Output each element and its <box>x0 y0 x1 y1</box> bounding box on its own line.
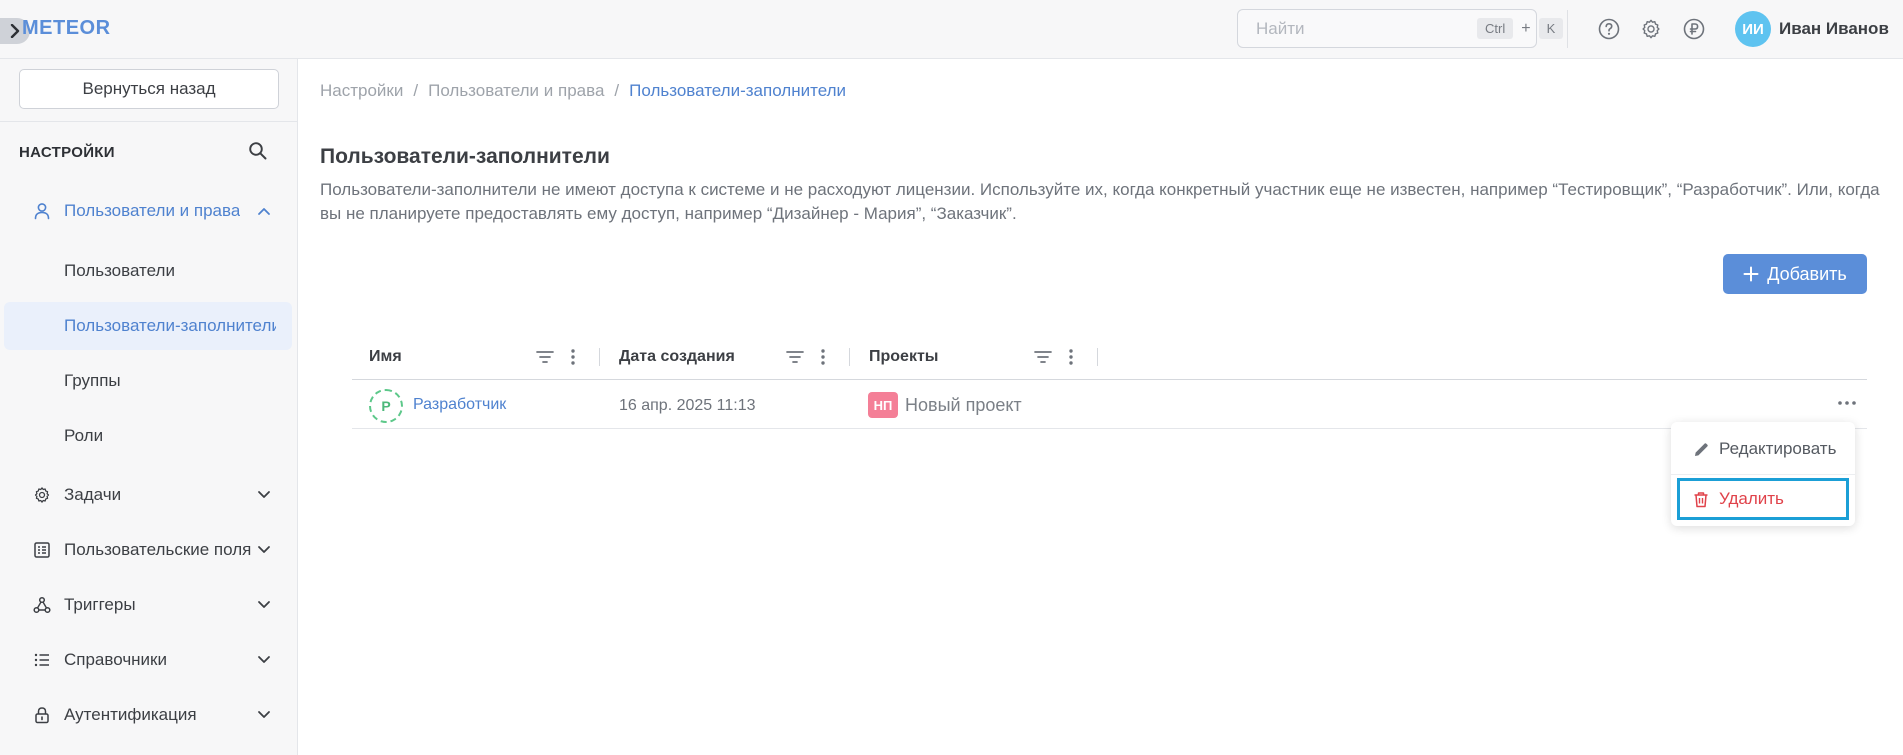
plus-icon <box>1743 266 1759 282</box>
project-badge: НП <box>868 392 898 418</box>
menu-divider <box>1671 474 1855 475</box>
sidebar-item-label: Пользователи и права <box>64 201 241 220</box>
sidebar-subitem-placeholder-users[interactable]: Пользователи-заполнители <box>4 302 292 350</box>
sidebar-item-label: Триггеры <box>64 595 136 614</box>
back-button[interactable]: Вернуться назад <box>19 69 279 109</box>
column-header-name[interactable]: Имя <box>369 334 402 380</box>
sidebar-item-label: Задачи <box>64 485 122 504</box>
filter-icon[interactable] <box>785 347 805 367</box>
breadcrumb-item[interactable]: Настройки <box>320 81 403 101</box>
placeholder-users-table: Имя Дата создания Проекты Р Разработчик … <box>352 334 1867 429</box>
column-menu-icon[interactable] <box>813 347 833 367</box>
shortcut-plus: + <box>1521 19 1531 37</box>
sidebar-item-authentication[interactable]: Аутентификация <box>0 691 298 739</box>
sidebar-subitem-users[interactable]: Пользователи <box>0 247 298 295</box>
breadcrumb: Настройки / Пользователи и права / Польз… <box>320 81 846 101</box>
breadcrumb-separator: / <box>413 81 419 100</box>
sidebar-divider <box>0 121 298 122</box>
ruble-icon[interactable] <box>1682 17 1706 41</box>
gear-icon[interactable] <box>1639 17 1663 41</box>
search-input[interactable] <box>1256 18 1477 39</box>
chevron-down-icon <box>255 596 273 614</box>
sidebar-item-custom-fields[interactable]: Пользовательские поля <box>0 526 298 574</box>
chevron-down-icon <box>255 706 273 724</box>
app-logo[interactable]: METEOR <box>22 17 111 40</box>
page-title: Пользователи-заполнители <box>320 145 610 168</box>
header-divider <box>1567 10 1568 48</box>
row-created-date: 16 апр. 2025 11:13 <box>619 397 756 414</box>
column-divider[interactable] <box>849 348 850 366</box>
add-button[interactable]: Добавить <box>1723 254 1867 294</box>
column-menu-icon[interactable] <box>563 347 583 367</box>
column-header-label: Проекты <box>869 348 939 365</box>
shortcut-ctrl: Ctrl <box>1477 18 1514 39</box>
sidebar-item-tasks[interactable]: Задачи <box>0 471 298 519</box>
filter-icon[interactable] <box>1033 347 1053 367</box>
sidebar-item-triggers[interactable]: Триггеры <box>0 581 298 629</box>
column-header-projects[interactable]: Проекты <box>869 334 938 380</box>
sidebar-subitem-label: Пользователи-заполнители <box>64 316 276 335</box>
help-icon[interactable] <box>1597 17 1621 41</box>
column-divider[interactable] <box>599 348 600 366</box>
top-header: METEOR Ctrl + K ИИ Иван Иванов <box>0 0 1903 59</box>
sidebar-heading: НАСТРОЙКИ <box>19 144 115 161</box>
sidebar-item-users-rights[interactable]: Пользователи и права <box>0 187 298 235</box>
column-divider[interactable] <box>1097 348 1098 366</box>
trash-icon <box>1691 489 1711 509</box>
row-name-link[interactable]: Разработчик <box>413 396 506 414</box>
menu-item-label: Редактировать <box>1719 439 1837 458</box>
breadcrumb-separator: / <box>614 81 620 100</box>
sidebar-subitem-label: Пользователи <box>64 261 175 280</box>
project-name[interactable]: Новый проект <box>905 395 1022 416</box>
chevron-down-icon <box>255 651 273 669</box>
nodes-icon <box>32 595 52 615</box>
settings-sidebar: Вернуться назад НАСТРОЙКИ Пользователи и… <box>0 59 298 755</box>
row-context-menu: Редактировать Удалить <box>1671 422 1855 526</box>
column-menu-icon[interactable] <box>1061 347 1081 367</box>
sidebar-subitem-label: Роли <box>64 426 104 445</box>
column-header-created[interactable]: Дата создания <box>619 334 735 380</box>
list-icon <box>32 650 52 670</box>
gear-icon <box>32 485 52 505</box>
chevron-right-icon <box>10 24 20 38</box>
row-more-icon[interactable] <box>1834 393 1860 413</box>
sidebar-item-label: Пользовательские поля <box>64 540 252 559</box>
page-description: Пользователи-заполнители не имеют доступ… <box>320 180 1880 223</box>
menu-item-delete[interactable]: Удалить <box>1677 478 1849 520</box>
filter-icon[interactable] <box>535 347 555 367</box>
pencil-icon <box>1691 439 1711 459</box>
sidebar-item-dictionaries[interactable]: Справочники <box>0 636 298 684</box>
sidebar-subitem-roles[interactable]: Роли <box>0 412 298 460</box>
chevron-down-icon <box>255 486 273 504</box>
sidebar-search-icon[interactable] <box>248 141 270 163</box>
shortcut-key: K <box>1538 18 1564 39</box>
sidebar-item-label: Аутентификация <box>64 705 197 724</box>
menu-item-label: Удалить <box>1719 489 1784 508</box>
add-button-label: Добавить <box>1767 263 1847 284</box>
sidebar-item-label: Справочники <box>64 650 167 669</box>
chevron-up-icon <box>255 202 273 220</box>
placeholder-avatar: Р <box>369 389 403 423</box>
column-header-label: Дата создания <box>619 348 735 365</box>
menu-item-edit[interactable]: Редактировать <box>1677 428 1849 470</box>
user-name[interactable]: Иван Иванов <box>1779 19 1889 39</box>
chevron-down-icon <box>255 541 273 559</box>
lock-icon <box>32 705 52 725</box>
sidebar-subitem-groups[interactable]: Группы <box>0 357 298 405</box>
column-header-label: Имя <box>369 348 402 365</box>
table-row[interactable]: Р Разработчик 16 апр. 2025 11:13 НП Новы… <box>352 380 1867 429</box>
user-icon <box>32 201 52 221</box>
form-icon <box>32 540 52 560</box>
global-search[interactable]: Ctrl + K <box>1237 9 1564 48</box>
breadcrumb-item[interactable]: Пользователи и права <box>428 81 604 101</box>
sidebar-subitem-label: Группы <box>64 371 121 390</box>
breadcrumb-current: Пользователи-заполнители <box>629 81 846 100</box>
user-avatar[interactable]: ИИ <box>1735 11 1771 47</box>
table-header: Имя Дата создания Проекты <box>352 334 1867 380</box>
